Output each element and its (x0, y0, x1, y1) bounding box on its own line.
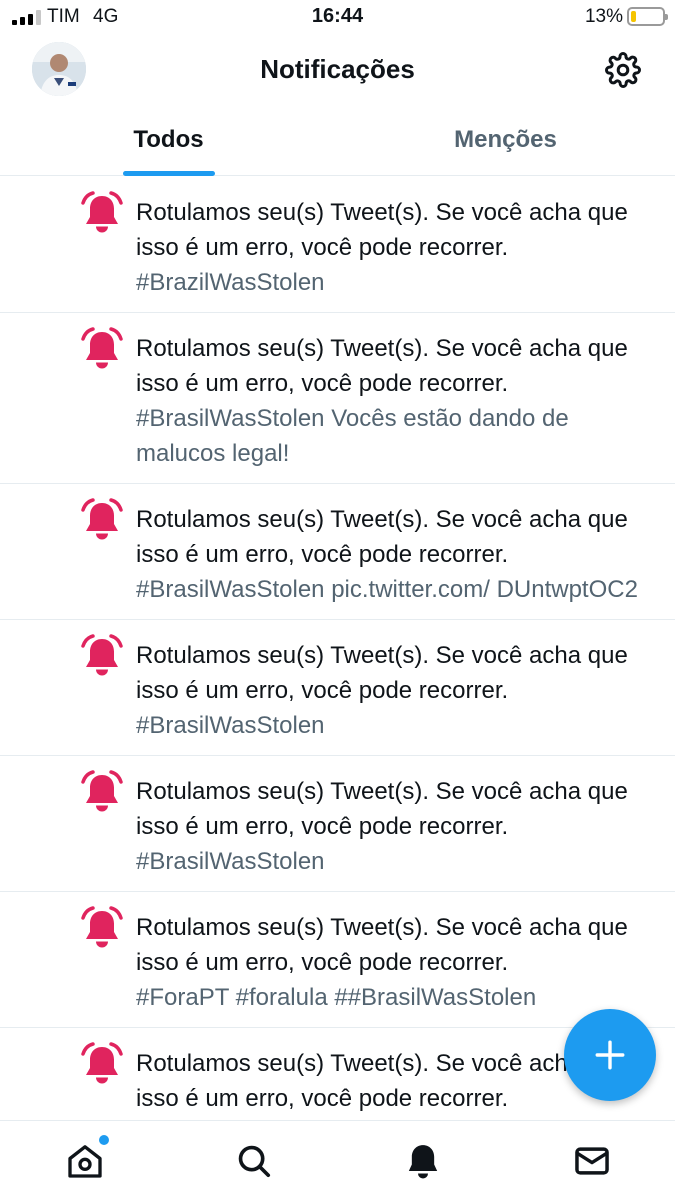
alert-icon-container (80, 906, 124, 950)
top-app-bar: Notificações (0, 36, 675, 104)
alert-icon-container (80, 327, 124, 371)
bell-icon (408, 1145, 438, 1179)
notification-item[interactable]: Rotulamos seu(s) Tweet(s). Se você acha … (0, 313, 675, 484)
bell-alert-icon (81, 906, 123, 948)
gear-icon (605, 52, 641, 88)
bell-alert-icon (81, 498, 123, 540)
home-icon (68, 1145, 102, 1178)
notification-list: Rotulamos seu(s) Tweet(s). Se você acha … (0, 177, 675, 1120)
bell-alert-icon (81, 191, 123, 233)
battery-icon (627, 7, 668, 26)
notification-tweet-text: #BrasilWasStolen (136, 848, 325, 875)
nav-search[interactable] (232, 1139, 276, 1183)
notification-text: Rotulamos seu(s) Tweet(s). Se você acha … (136, 914, 628, 976)
status-time: 16:44 (311, 5, 364, 27)
battery-percentage: 13% (584, 6, 623, 27)
notification-text: Rotulamos seu(s) Tweet(s). Se você acha … (136, 642, 628, 704)
tab-mencoes[interactable]: Menções (337, 104, 674, 176)
notification-item[interactable]: Rotulamos seu(s) Tweet(s). Se você acha … (0, 620, 675, 756)
bottom-navigation (0, 1120, 675, 1200)
notification-item[interactable]: Rotulamos seu(s) Tweet(s). Se você acha … (0, 484, 675, 620)
notification-tweet-text: #BrasilWasStolen (136, 712, 325, 739)
notification-dot (99, 1135, 109, 1145)
tab-label: Menções (454, 126, 557, 153)
alert-icon-container (80, 634, 124, 678)
tab-todos[interactable]: Todos (0, 104, 337, 176)
alert-icon-container (80, 770, 124, 814)
nav-notifications[interactable] (401, 1139, 445, 1183)
tab-label: Todos (133, 126, 204, 153)
status-bar: TIM 4G 16:44 13% (0, 0, 675, 36)
bell-alert-icon (81, 770, 123, 812)
alert-icon-container (80, 191, 124, 235)
notification-item[interactable]: Rotulamos seu(s) Tweet(s). Se você acha … (0, 177, 675, 313)
notification-item[interactable]: Rotulamos seu(s) Tweet(s). Se você acha … (0, 892, 675, 1028)
alert-icon-container (80, 1042, 124, 1086)
notification-text: Rotulamos seu(s) Tweet(s). Se você acha … (136, 506, 628, 568)
notification-text: Rotulamos seu(s) Tweet(s). Se você acha … (136, 778, 628, 840)
notification-tweet-text: #BrasilWasStolen pic.twitter.com/ DUntwp… (136, 576, 638, 603)
notification-tweet-text: #BrazilWasStolen (136, 269, 325, 296)
nav-home[interactable] (63, 1135, 109, 1183)
page-title: Notificações (260, 54, 415, 84)
bell-alert-icon (81, 1042, 123, 1084)
notification-tabs: Todos Menções (0, 104, 675, 176)
notification-text: Rotulamos seu(s) Tweet(s). Se você acha … (136, 335, 628, 397)
bell-alert-icon (81, 634, 123, 676)
active-tab-indicator (122, 171, 215, 176)
mail-icon (575, 1147, 609, 1175)
notification-tweet-text: #BrasilWasStolen Vocês estão dando de ma… (136, 405, 569, 467)
bell-alert-icon (81, 327, 123, 369)
settings-button[interactable] (603, 50, 643, 90)
search-icon (238, 1145, 271, 1178)
notification-text: Rotulamos seu(s) Tweet(s). Se você acha … (136, 199, 628, 261)
compose-tweet-button[interactable] (564, 1009, 656, 1101)
nav-messages[interactable] (570, 1139, 614, 1183)
alert-icon-container (80, 498, 124, 542)
notification-item[interactable]: Rotulamos seu(s) Tweet(s). Se você acha … (0, 756, 675, 892)
notification-tweet-text: #ForaPT #foralula ##BrasilWasStolen (136, 984, 537, 1011)
plus-icon (595, 1040, 625, 1070)
